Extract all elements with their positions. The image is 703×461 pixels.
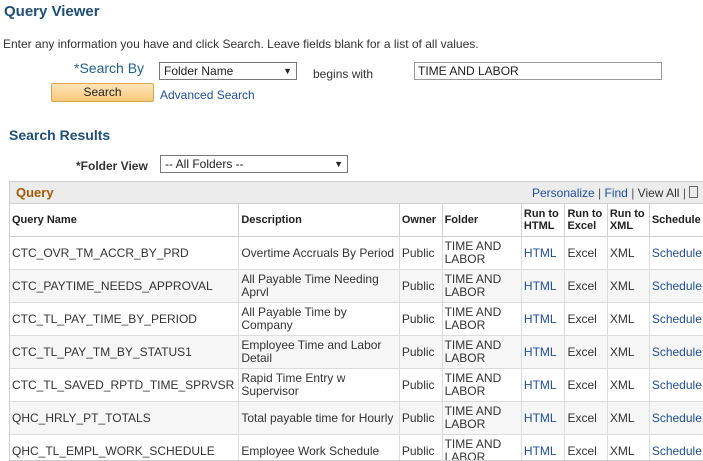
owner-cell: Public [399, 402, 442, 435]
folder-cell: TIME AND LABOR [442, 237, 521, 270]
run-excel-link[interactable]: Excel [565, 435, 607, 461]
folder-view-label: *Folder View [76, 159, 148, 173]
query-name-cell: QHC_HRLY_PT_TOTALS [10, 402, 239, 435]
run-xml-link[interactable]: XML [607, 402, 649, 435]
schedule-link[interactable]: Schedule [649, 402, 703, 435]
query-grid: Query Personalize | Find | View All | Qu… [9, 181, 703, 461]
run-html-link[interactable]: HTML [521, 402, 565, 435]
query-name-cell: QHC_TL_EMPL_WORK_SCHEDULE [10, 435, 239, 461]
search-results-title: Search Results [9, 127, 110, 143]
query-name-cell: CTC_PAYTIME_NEEDS_APPROVAL [10, 270, 239, 303]
view-all-link[interactable]: View All [638, 186, 680, 200]
table-row: CTC_TL_PAY_TIME_BY_PERIOD All Payable Ti… [10, 303, 703, 336]
run-excel-link[interactable]: Excel [565, 402, 607, 435]
description-cell: Employee Work Schedule [239, 435, 400, 461]
column-header-schedule: Schedule [649, 204, 703, 237]
owner-cell: Public [399, 336, 442, 369]
schedule-link[interactable]: Schedule [649, 303, 703, 336]
description-cell: All Payable Time Needing Aprvl [239, 270, 400, 303]
search-button[interactable]: Search [51, 83, 154, 102]
search-by-value: Folder Name [164, 64, 233, 78]
advanced-search-link[interactable]: Advanced Search [160, 88, 255, 102]
page-title: Query Viewer [4, 3, 100, 20]
run-html-link[interactable]: HTML [521, 237, 565, 270]
query-name-cell: CTC_TL_SAVED_RPTD_TIME_SPRVSR [10, 369, 239, 402]
table-row: CTC_OVR_TM_ACCR_BY_PRD Overtime Accruals… [10, 237, 703, 270]
run-xml-link[interactable]: XML [607, 303, 649, 336]
run-html-link[interactable]: HTML [521, 303, 565, 336]
owner-cell: Public [399, 270, 442, 303]
run-html-link[interactable]: HTML [521, 270, 565, 303]
owner-cell: Public [399, 435, 442, 461]
description-cell: Rapid Time Entry w Supervisor [239, 369, 400, 402]
schedule-link[interactable]: Schedule [649, 270, 703, 303]
query-name-cell: CTC_TL_PAY_TIME_BY_PERIOD [10, 303, 239, 336]
run-xml-link[interactable]: XML [607, 336, 649, 369]
run-xml-link[interactable]: XML [607, 435, 649, 461]
chevron-down-icon: ▼ [334, 156, 343, 172]
table-header-row: Query Name Description Owner Folder Run … [10, 204, 703, 237]
folder-view-select[interactable]: -- All Folders -- ▼ [160, 155, 348, 173]
owner-cell: Public [399, 369, 442, 402]
run-html-link[interactable]: HTML [521, 435, 565, 461]
column-header-folder[interactable]: Folder [442, 204, 521, 237]
run-excel-link[interactable]: Excel [565, 270, 607, 303]
nav-separator: | [631, 186, 634, 200]
search-value-input[interactable] [414, 62, 662, 80]
grid-header-bar: Query Personalize | Find | View All | [10, 182, 703, 204]
folder-view-value: -- All Folders -- [165, 157, 244, 171]
table-row: CTC_PAYTIME_NEEDS_APPROVAL All Payable T… [10, 270, 703, 303]
schedule-link[interactable]: Schedule [649, 237, 703, 270]
nav-separator: | [598, 186, 601, 200]
table-row: CTC_TL_PAY_TM_BY_STATUS1 Employee Time a… [10, 336, 703, 369]
run-xml-link[interactable]: XML [607, 270, 649, 303]
results-table: Query Name Description Owner Folder Run … [10, 204, 703, 461]
chevron-down-icon: ▼ [283, 63, 292, 79]
grid-caption: Query [16, 185, 54, 200]
column-header-query-name[interactable]: Query Name [10, 204, 239, 237]
personalize-link[interactable]: Personalize [532, 186, 595, 200]
description-cell: All Payable Time by Company [239, 303, 400, 336]
schedule-link[interactable]: Schedule [649, 336, 703, 369]
description-cell: Overtime Accruals By Period [239, 237, 400, 270]
run-html-link[interactable]: HTML [521, 336, 565, 369]
query-name-cell: CTC_OVR_TM_ACCR_BY_PRD [10, 237, 239, 270]
owner-cell: Public [399, 237, 442, 270]
run-excel-link[interactable]: Excel [565, 336, 607, 369]
column-header-run-html: Run to HTML [521, 204, 565, 237]
search-operator: begins with [313, 67, 373, 81]
schedule-link[interactable]: Schedule [649, 369, 703, 402]
column-header-owner[interactable]: Owner [399, 204, 442, 237]
schedule-link[interactable]: Schedule [649, 435, 703, 461]
description-cell: Total payable time for Hourly [239, 402, 400, 435]
folder-cell: TIME AND LABOR [442, 435, 521, 461]
find-link[interactable]: Find [605, 186, 628, 200]
column-header-run-xml: Run to XML [607, 204, 649, 237]
run-excel-link[interactable]: Excel [565, 303, 607, 336]
run-excel-link[interactable]: Excel [565, 369, 607, 402]
table-row: CTC_TL_SAVED_RPTD_TIME_SPRVSR Rapid Time… [10, 369, 703, 402]
description-cell: Employee Time and Labor Detail [239, 336, 400, 369]
run-xml-link[interactable]: XML [607, 369, 649, 402]
run-html-link[interactable]: HTML [521, 369, 565, 402]
column-header-run-excel: Run to Excel [565, 204, 607, 237]
run-excel-link[interactable]: Excel [565, 237, 607, 270]
folder-cell: TIME AND LABOR [442, 369, 521, 402]
query-name-cell: CTC_TL_PAY_TM_BY_STATUS1 [10, 336, 239, 369]
owner-cell: Public [399, 303, 442, 336]
grid-navigation: Personalize | Find | View All | [532, 186, 698, 200]
search-instructions: Enter any information you have and click… [3, 37, 479, 51]
find-icon[interactable] [689, 186, 698, 198]
column-header-description[interactable]: Description [239, 204, 400, 237]
search-by-select[interactable]: Folder Name ▼ [159, 62, 297, 80]
nav-separator: | [683, 186, 686, 200]
folder-cell: TIME AND LABOR [442, 303, 521, 336]
folder-cell: TIME AND LABOR [442, 336, 521, 369]
table-row: QHC_HRLY_PT_TOTALS Total payable time fo… [10, 402, 703, 435]
table-row: QHC_TL_EMPL_WORK_SCHEDULE Employee Work … [10, 435, 703, 461]
folder-cell: TIME AND LABOR [442, 402, 521, 435]
folder-cell: TIME AND LABOR [442, 270, 521, 303]
run-xml-link[interactable]: XML [607, 237, 649, 270]
search-by-label: *Search By [74, 60, 144, 76]
